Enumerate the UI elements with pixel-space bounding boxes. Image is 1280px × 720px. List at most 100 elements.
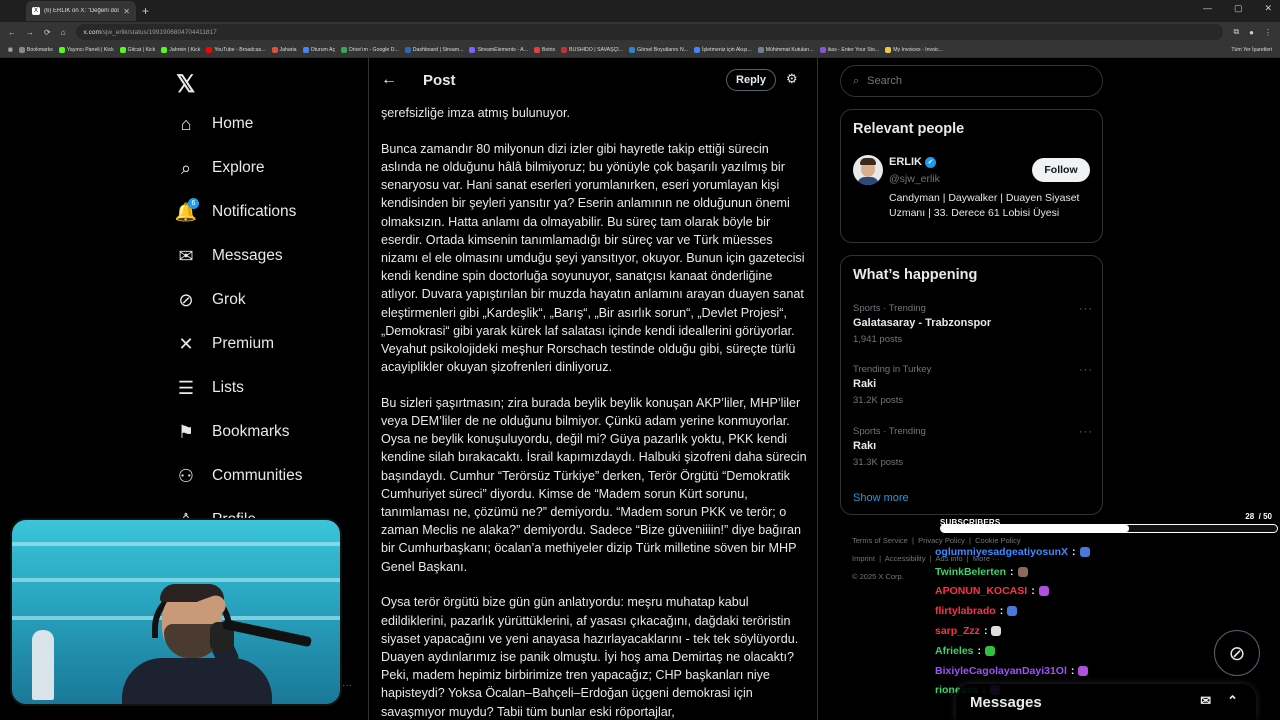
messages-drawer[interactable]: Messages ✉ ⌃	[956, 684, 1256, 720]
reload-icon[interactable]: ⟳	[44, 28, 51, 37]
new-tab-icon[interactable]: +	[142, 4, 149, 18]
trend-more-icon[interactable]: ···	[1079, 426, 1093, 438]
bookmark-favicon-icon	[404, 46, 411, 53]
person-bio: Candyman | Daywalker | Duayen Siyaset Uz…	[889, 192, 1080, 219]
bookmark-item[interactable]: Oturum Aç	[302, 46, 335, 53]
bookmark-favicon-icon	[271, 46, 278, 53]
bookmark-item[interactable]: Botrix	[533, 46, 556, 53]
footer-link[interactable]: Accessibility	[885, 554, 926, 563]
chat-username: Afrieles	[935, 644, 974, 657]
bookmark-item[interactable]: Mühimmat Kutuları...	[757, 46, 814, 53]
x-logo-icon[interactable]: 𝕏	[176, 70, 195, 99]
bookmark-item[interactable]: Jaharia	[271, 46, 297, 53]
footer-link[interactable]: Imprint	[852, 554, 875, 563]
bookmark-label: Yayıncı Paneli | Kick	[66, 46, 114, 53]
chat-username: BixiyleCagolayanDayi31Ol	[935, 664, 1067, 677]
nav-item-messages[interactable]: ✉ Messages	[176, 246, 282, 266]
nav-item-notifications[interactable]: 🔔 6 Notifications	[174, 198, 296, 222]
bookmark-item[interactable]: StreamElements - A...	[469, 46, 528, 53]
follow-button[interactable]: Follow	[1032, 158, 1090, 182]
bookmark-label: Görsel Boyutlarını N...	[637, 46, 689, 53]
bookmark-item[interactable]: Drive'ım - Google D...	[341, 46, 399, 53]
avatar[interactable]	[853, 155, 883, 185]
bookmark-item[interactable]: YouTube - Broadcas...	[206, 46, 266, 53]
subscriber-progress-fill	[941, 525, 1130, 532]
bookmark-item[interactable]: My Invoices - Invoic...	[885, 46, 943, 53]
minimize-icon[interactable]: —	[1203, 3, 1212, 14]
reply-button[interactable]: Reply	[726, 69, 776, 91]
chat-emote-icon	[985, 645, 996, 656]
post-body: şerefsizliğe imza atmış bulunuyor. Bunca…	[381, 104, 807, 720]
nav-item-grok[interactable]: ⊘ Grok	[176, 289, 245, 310]
bookmark-item[interactable]: Gitcat | Kick	[119, 46, 156, 53]
trend-item[interactable]: Sports · Trending Galatasaray - Trabzonsp…	[853, 303, 1093, 345]
nav-item-lists[interactable]: ☰ Lists	[176, 378, 244, 398]
trend-meta: Trending in Turkey	[853, 364, 932, 375]
extensions-icon[interactable]: ⧉	[1233, 27, 1239, 37]
trend-item[interactable]: Sports · Trending Rakı 31.3K posts ···	[853, 426, 1093, 468]
show-more-link[interactable]: Show more	[853, 492, 909, 504]
search-input[interactable]: ⌕ Search	[840, 65, 1103, 97]
trend-more-icon[interactable]: ···	[1079, 364, 1093, 376]
chat-message: oglumniyesadgeatiyosunX:	[935, 542, 1275, 562]
new-message-icon[interactable]: ✉	[1200, 693, 1211, 709]
footer-link[interactable]: Terms of Service	[852, 536, 908, 545]
messages-drawer-label: Messages	[970, 693, 1042, 711]
search-icon: ⌕	[853, 74, 860, 87]
page-title: Post	[423, 71, 456, 89]
trend-item[interactable]: Trending in Turkey Raki 31.2K posts ···	[853, 364, 1093, 406]
more-options-icon[interactable]: ···	[342, 680, 352, 691]
nav-item-premium[interactable]: ✕ Premium	[176, 334, 274, 354]
lists-icon: ☰	[177, 377, 195, 398]
bookmark-label: Bookmarks	[26, 46, 53, 53]
bookmark-label: Botrix	[541, 46, 556, 53]
chat-separator: :	[999, 605, 1004, 618]
maximize-icon[interactable]: ▢	[1234, 3, 1243, 14]
trend-more-icon[interactable]: ···	[1079, 303, 1093, 315]
close-window-icon[interactable]: ✕	[1264, 3, 1272, 14]
bookmark-item[interactable]: Bookmarks	[18, 46, 53, 53]
home-nav-icon[interactable]: ⌂	[61, 28, 66, 37]
chat-separator: :	[1072, 545, 1076, 558]
profile-avatar-icon[interactable]: ●	[1249, 28, 1254, 37]
back-nav-icon[interactable]: ←	[8, 28, 16, 37]
bookmark-label: Gitcat | Kick	[127, 46, 156, 53]
nav-item-home[interactable]: ⌂ Home	[176, 114, 254, 134]
bookmark-item[interactable]: Yayıncı Paneli | Kick	[58, 46, 114, 53]
window-controls: — ▢ ✕	[1203, 3, 1272, 14]
browser-tab[interactable]: X (6) ERLIK on X: "Değerli dostlar ✕	[26, 1, 136, 21]
nav-item-communities[interactable]: ⚇ Communities	[176, 466, 303, 486]
person-handle[interactable]: @sjw_erlik	[889, 173, 940, 185]
grok-icon: ⊘	[178, 289, 194, 310]
nav-item-bookmarks[interactable]: ⚑ Bookmarks	[176, 422, 290, 442]
bookmark-item[interactable]: Jahrein | Kick	[161, 46, 200, 53]
nav-item-label: Explore	[212, 159, 265, 176]
apps-grid-icon[interactable]: ▦	[8, 47, 13, 53]
browser-menu-icon[interactable]: ⋮	[1264, 28, 1272, 37]
all-bookmarks-link[interactable]: Tüm Yer İşaretleri	[1231, 47, 1272, 53]
expand-icon[interactable]: ⌃	[1227, 693, 1238, 709]
tab-title: (6) ERLIK on X: "Değerli dostlar	[44, 8, 120, 14]
chat-username: APONUN_KOCASI	[935, 585, 1028, 598]
bell-icon: 🔔 6	[174, 198, 199, 222]
bookmark-label: ikas - Enter Your Sto...	[827, 46, 880, 53]
bookmark-item[interactable]: ikas - Enter Your Sto...	[819, 46, 880, 53]
bookmark-item[interactable]: İşletmeniz için Akışı...	[694, 46, 752, 53]
bookmark-favicon-icon	[18, 46, 25, 53]
back-arrow-icon[interactable]: ←	[381, 71, 401, 89]
chat-message: TwinkBelerten:	[935, 562, 1275, 582]
close-tab-icon[interactable]: ✕	[123, 7, 130, 16]
bookmark-item[interactable]: Görsel Boyutlarını N...	[629, 46, 689, 53]
url-host: x.com	[83, 28, 101, 36]
person-name-row[interactable]: ERLIK ✓	[889, 156, 936, 168]
tune-settings-icon[interactable]: ⚙	[786, 71, 798, 87]
forward-nav-icon[interactable]: →	[26, 28, 34, 37]
subscribers-count: 28 / 50	[1245, 512, 1272, 521]
chat-separator: :	[977, 644, 982, 657]
bookmark-item[interactable]: BUSHIDO | SAVAŞÇI...	[561, 46, 623, 53]
chat-separator: :	[1070, 664, 1075, 677]
grok-button[interactable]: ⊘	[1214, 630, 1260, 676]
bookmark-item[interactable]: Dashboard | Stream...	[404, 46, 463, 53]
nav-item-explore[interactable]: ⌕ Explore	[176, 158, 265, 178]
url-field[interactable]: x.com/sjw_erlik/status/19919068047044118…	[75, 24, 1224, 40]
